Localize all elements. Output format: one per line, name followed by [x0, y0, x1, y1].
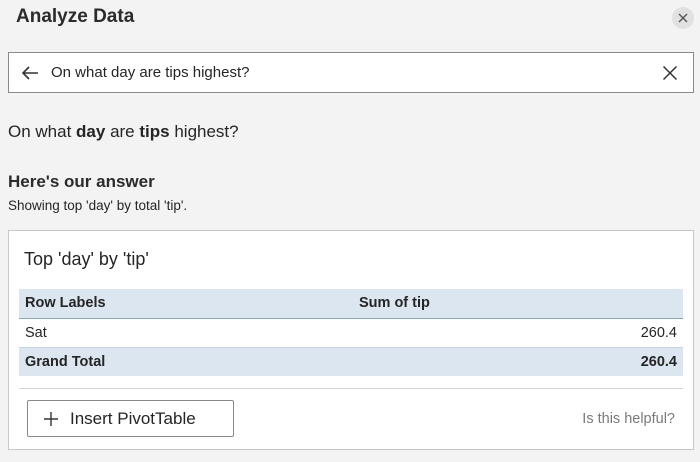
- question-field-tips: tips: [139, 122, 170, 141]
- grand-total-row: Grand Total 260.4: [19, 347, 683, 376]
- row-label: Sat: [19, 318, 359, 348]
- grand-total-value: 260.4: [359, 347, 683, 376]
- pane-title: Analyze Data: [16, 6, 135, 27]
- row-value: 260.4: [359, 318, 683, 348]
- search-input[interactable]: On what day are tips highest?: [51, 64, 659, 81]
- question-field-day: day: [76, 122, 106, 141]
- close-pane-button[interactable]: [672, 7, 694, 29]
- card-divider: [19, 388, 683, 389]
- analyze-data-pane: Analyze Data On what day are tips highes…: [0, 0, 700, 462]
- question-middle: are: [105, 122, 140, 141]
- answer-card: Top 'day' by 'tip' Row Labels Sum of tip…: [8, 230, 694, 450]
- question-prefix: On what: [8, 122, 77, 141]
- answer-heading: Here's our answer: [8, 172, 155, 191]
- grand-total-label: Grand Total: [19, 347, 359, 376]
- card-title: Top 'day' by 'tip': [24, 249, 149, 269]
- column-header-sum-of-tip: Sum of tip: [359, 289, 683, 319]
- table-header-row: Row Labels Sum of tip: [19, 289, 683, 319]
- search-box[interactable]: On what day are tips highest?: [8, 52, 694, 93]
- plus-icon: [42, 410, 60, 428]
- close-icon: [678, 13, 688, 23]
- pivot-table: Row Labels Sum of tip Sat 260.4 Grand To…: [19, 289, 683, 376]
- clear-search-icon[interactable]: [659, 62, 681, 84]
- back-arrow-icon[interactable]: [19, 62, 41, 84]
- question-suffix: highest?: [169, 122, 239, 141]
- question-text: On what day are tips highest?: [8, 122, 239, 142]
- answer-subheading: Showing top 'day' by total 'tip'.: [8, 198, 188, 213]
- column-header-row-labels: Row Labels: [19, 289, 359, 319]
- insert-pivottable-button[interactable]: Insert PivotTable: [27, 400, 234, 437]
- insert-pivottable-label: Insert PivotTable: [70, 408, 196, 428]
- table-row: Sat 260.4: [19, 318, 683, 348]
- feedback-prompt[interactable]: Is this helpful?: [582, 411, 675, 427]
